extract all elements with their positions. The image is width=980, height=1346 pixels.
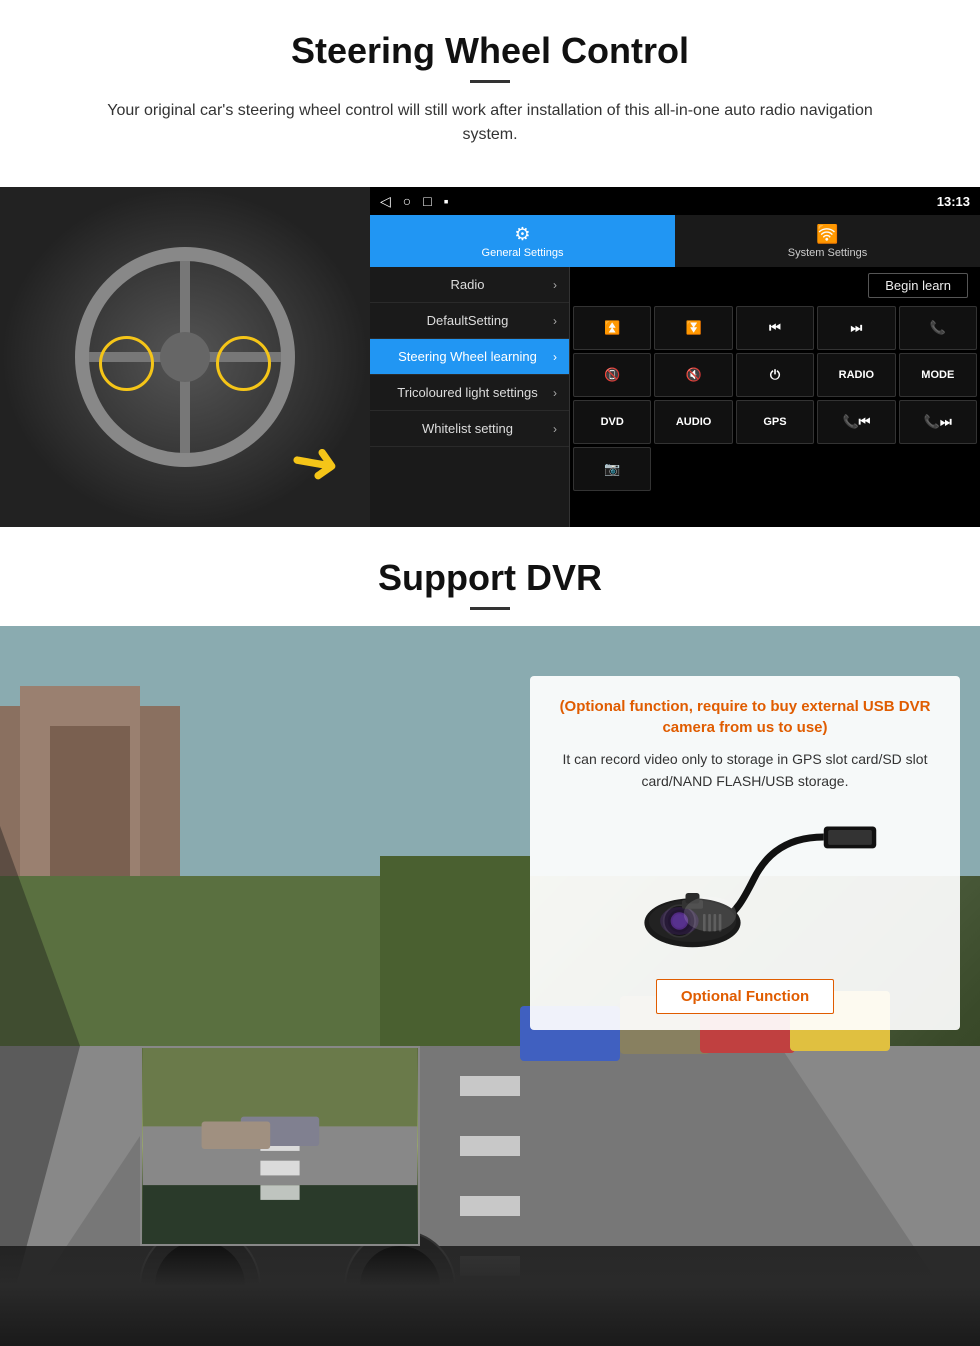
tab-bar: ⚙ General Settings 🛜 System Settings — [370, 215, 980, 267]
radio-button[interactable]: RADIO — [817, 353, 895, 397]
dvr-camera-inset — [140, 1046, 420, 1246]
vol-up-button[interactable]: ⏫ — [573, 306, 651, 350]
dvd-button[interactable]: DVD — [573, 400, 651, 444]
dvr-description: It can record video only to storage in G… — [550, 748, 940, 793]
optional-function-container: Optional Function — [550, 969, 940, 1014]
steering-description: Your original car's steering wheel contr… — [90, 99, 890, 147]
dvr-info-box: (Optional function, require to buy exter… — [530, 676, 960, 1030]
next-track-icon: ⏭ — [851, 320, 863, 336]
vol-down-button[interactable]: ⏬ — [654, 306, 732, 350]
mute-button[interactable]: 🔇 — [654, 353, 732, 397]
dvr-background: (Optional function, require to buy exter… — [0, 626, 980, 1346]
status-bar-nav: ◁ ○ □ ▪ — [380, 193, 449, 210]
menu-item-default[interactable]: DefaultSetting › — [370, 303, 569, 339]
android-controls: Begin learn ⏫ ⏬ ⏮ ⏭ — [570, 267, 980, 527]
gps-button[interactable]: GPS — [736, 400, 814, 444]
dvr-section: Support DVR — [0, 527, 980, 1346]
hang-up-button[interactable]: 📵 — [573, 353, 651, 397]
phone-prev-button[interactable]: 📞⏮ — [817, 400, 895, 444]
chevron-icon: › — [553, 314, 557, 328]
menu-default-label: DefaultSetting — [382, 313, 553, 328]
menu-item-tricoloured[interactable]: Tricoloured light settings › — [370, 375, 569, 411]
menu-steering-label: Steering Wheel learning — [382, 349, 553, 364]
chevron-icon: › — [553, 278, 557, 292]
android-panel: ◁ ○ □ ▪ 13:13 ⚙ General Settings 🛜 Syste… — [370, 187, 980, 527]
steering-composite: ➜ ◁ ○ □ ▪ 13:13 ⚙ General Settings 🛜 Sys… — [0, 187, 980, 527]
menu-item-whitelist[interactable]: Whitelist setting › — [370, 411, 569, 447]
tab-system-settings[interactable]: 🛜 System Settings — [675, 215, 980, 267]
controls-header: Begin learn — [570, 267, 980, 303]
begin-learn-button[interactable]: Begin learn — [868, 273, 968, 298]
title-divider — [470, 80, 510, 83]
chevron-icon: › — [553, 422, 557, 436]
menu-tricoloured-label: Tricoloured light settings — [382, 385, 553, 400]
phone-answer-button[interactable]: 📞 — [899, 306, 977, 350]
dvr-device-container — [550, 809, 940, 969]
left-circle-highlight — [99, 336, 154, 391]
chevron-icon: › — [553, 386, 557, 400]
tab-system-label: System Settings — [788, 247, 867, 259]
right-circle-highlight — [216, 336, 271, 391]
vol-up-icon: ⏫ — [604, 320, 620, 336]
dvd-label: DVD — [601, 416, 624, 428]
hang-up-icon: 📵 — [604, 367, 620, 383]
general-settings-icon: ⚙ — [514, 224, 530, 245]
dashboard-strip — [0, 1246, 980, 1346]
menu-item-radio[interactable]: Radio › — [370, 267, 569, 303]
mode-label: MODE — [921, 369, 954, 381]
yellow-arrow: ➜ — [284, 423, 346, 501]
optional-function-button[interactable]: Optional Function — [656, 979, 834, 1014]
menu-radio-label: Radio — [382, 277, 553, 292]
tab-general-settings[interactable]: ⚙ General Settings — [370, 215, 675, 267]
gps-label: GPS — [763, 416, 786, 428]
control-button-grid: ⏫ ⏬ ⏮ ⏭ 📞 📵 — [570, 303, 980, 494]
power-icon: ⏻ — [770, 367, 780, 383]
home-icon: ○ — [403, 193, 411, 209]
android-menu: Radio › DefaultSetting › Steering Wheel … — [370, 267, 570, 527]
status-bar-time: 13:13 — [937, 194, 970, 209]
dvr-title: Support DVR — [0, 557, 980, 599]
dvr-optional-note: (Optional function, require to buy exter… — [550, 696, 940, 738]
phone-next-icon: 📞⏭ — [924, 414, 952, 430]
prev-track-button[interactable]: ⏮ — [736, 306, 814, 350]
dvr-device-svg — [605, 809, 885, 949]
extra-button[interactable]: 📷 — [573, 447, 651, 491]
menu-icon: ▪ — [444, 193, 449, 209]
menu-item-steering[interactable]: Steering Wheel learning › — [370, 339, 569, 375]
dvr-title-divider — [470, 607, 510, 610]
recent-icon: □ — [423, 193, 431, 209]
audio-button[interactable]: AUDIO — [654, 400, 732, 444]
status-bar: ◁ ○ □ ▪ 13:13 — [370, 187, 980, 215]
menu-whitelist-label: Whitelist setting — [382, 421, 553, 436]
steering-section: Steering Wheel Control Your original car… — [0, 0, 980, 187]
prev-track-icon: ⏮ — [769, 320, 781, 336]
phone-icon: 📞 — [930, 320, 946, 336]
mute-icon: 🔇 — [686, 367, 702, 383]
mode-button[interactable]: MODE — [899, 353, 977, 397]
system-settings-icon: 🛜 — [816, 224, 838, 245]
power-button[interactable]: ⏻ — [736, 353, 814, 397]
phone-next-button[interactable]: 📞⏭ — [899, 400, 977, 444]
chevron-icon: › — [553, 350, 557, 364]
back-icon: ◁ — [380, 193, 391, 210]
steering-title: Steering Wheel Control — [40, 30, 940, 72]
next-track-button[interactable]: ⏭ — [817, 306, 895, 350]
phone-prev-icon: 📞⏮ — [842, 414, 870, 430]
steering-photo: ➜ — [0, 187, 370, 527]
android-main: Radio › DefaultSetting › Steering Wheel … — [370, 267, 980, 527]
audio-label: AUDIO — [676, 416, 711, 428]
vol-down-icon: ⏬ — [686, 320, 702, 336]
extra-icon: 📷 — [604, 461, 620, 477]
tab-general-label: General Settings — [482, 247, 564, 259]
steering-wheel — [75, 247, 295, 467]
radio-label: RADIO — [839, 369, 874, 381]
